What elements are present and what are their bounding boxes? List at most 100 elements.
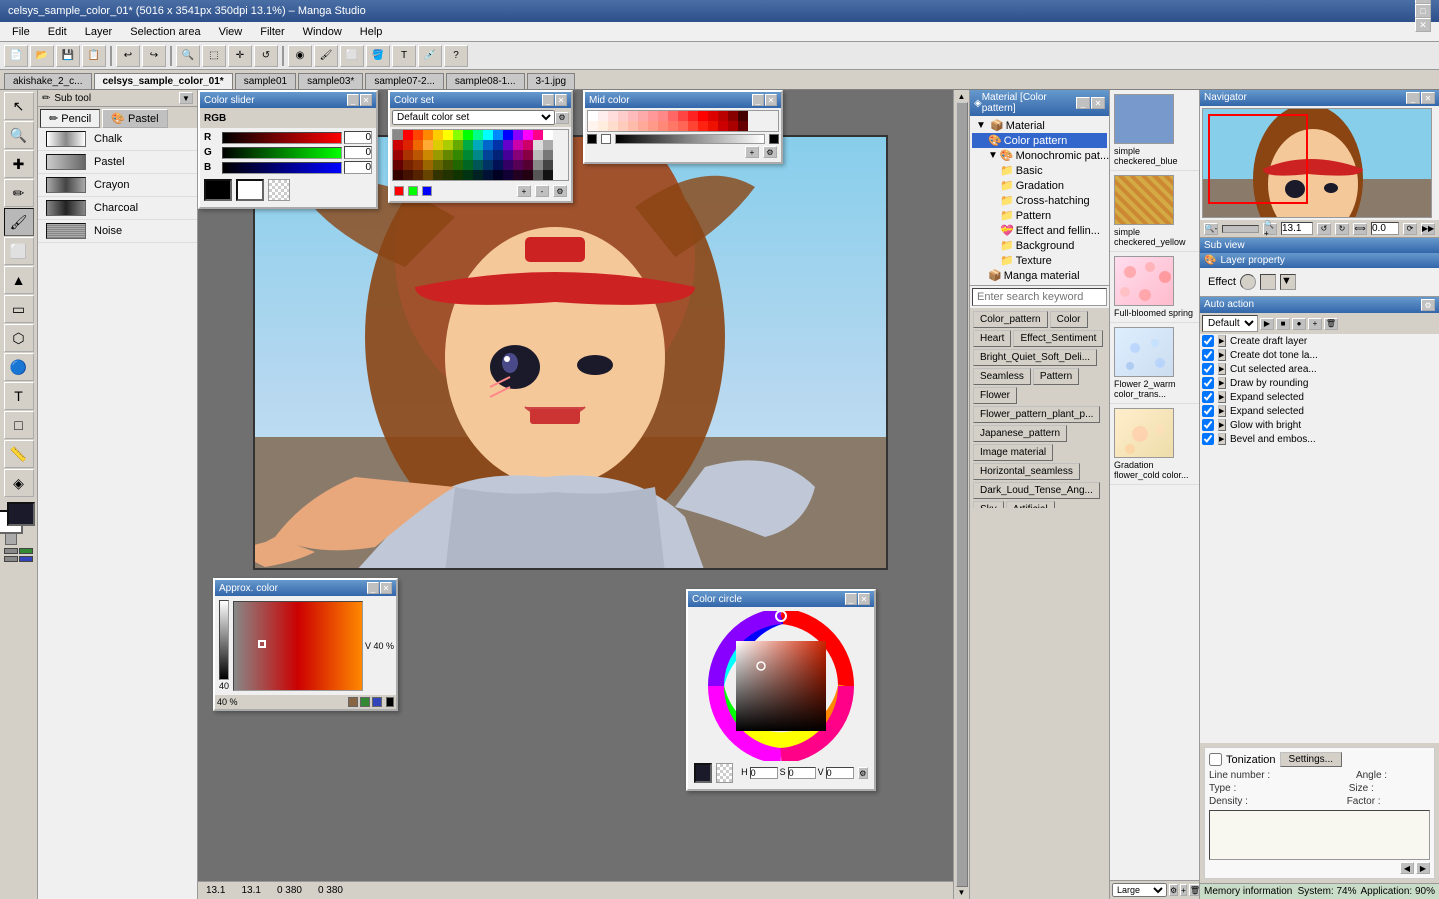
swatch[interactable] [493, 130, 503, 140]
tag-heart[interactable]: Heart [973, 330, 1011, 347]
tab-akishake[interactable]: akishake_2_c... [4, 73, 92, 89]
swatch[interactable] [523, 130, 533, 140]
swatch[interactable] [443, 130, 453, 140]
toolbar-redo[interactable]: ↪ [142, 45, 166, 67]
swatch[interactable] [443, 170, 453, 180]
swatch[interactable] [513, 130, 523, 140]
swatch[interactable] [393, 130, 403, 140]
blue-swatch[interactable] [422, 186, 432, 196]
swatch[interactable] [443, 160, 453, 170]
effect-checkbox[interactable] [1260, 274, 1276, 290]
canvas-scroll-up[interactable]: ▲ [958, 92, 966, 101]
tool-eraser[interactable]: ⬜ [4, 237, 34, 265]
thumb-checkered-blue[interactable]: simple checkered_blue [1110, 90, 1199, 171]
g-value-input[interactable] [344, 146, 372, 159]
nav-zoom-slider[interactable] [1222, 225, 1259, 233]
sub-tool-pastel[interactable]: Pastel [38, 151, 197, 174]
tag-pattern[interactable]: Pattern [1033, 368, 1079, 385]
tag-flower[interactable]: Flower [973, 387, 1017, 404]
mid-swatch[interactable] [708, 111, 718, 121]
action-cb-expand1[interactable] [1202, 391, 1214, 403]
thumb-spring[interactable]: Full-bloomed spring [1110, 252, 1199, 323]
swatch[interactable] [413, 170, 423, 180]
toolbar-text[interactable]: T [392, 45, 416, 67]
swatch[interactable] [403, 150, 413, 160]
tab-sample03[interactable]: sample03* [298, 73, 363, 89]
swatch[interactable] [483, 150, 493, 160]
mid-color-close[interactable]: ✕ [765, 94, 777, 106]
swatch[interactable] [413, 160, 423, 170]
aa-settings-btn[interactable]: ⚙ [1421, 299, 1435, 311]
swatch[interactable] [393, 160, 403, 170]
toolbar-fill[interactable]: 🪣 [366, 45, 390, 67]
r-slider[interactable] [222, 132, 342, 144]
transparent-swatch[interactable] [5, 533, 17, 545]
tone-checkbox[interactable] [1209, 753, 1222, 766]
approx-back-swatch[interactable] [372, 697, 382, 707]
swatch[interactable] [543, 150, 553, 160]
color-circle-close[interactable]: ✕ [858, 593, 870, 605]
tree-material[interactable]: ▼ 📦 Material [972, 118, 1107, 133]
swatch[interactable] [423, 160, 433, 170]
tag-color-pattern[interactable]: Color_pattern [973, 311, 1048, 328]
swatch[interactable] [543, 130, 553, 140]
swatch[interactable] [543, 160, 553, 170]
mid-swatch[interactable] [618, 111, 628, 121]
action-cb-draft[interactable] [1202, 335, 1214, 347]
swatch[interactable] [413, 150, 423, 160]
canvas-scroll-down[interactable]: ▼ [958, 888, 966, 897]
tab-sample08[interactable]: sample08-1... [446, 73, 525, 89]
swatch[interactable] [403, 130, 413, 140]
mid-swatch[interactable] [598, 111, 608, 121]
menu-edit[interactable]: Edit [40, 24, 75, 40]
action-expand-bevel[interactable]: ▶ [1218, 433, 1226, 445]
tool-pen[interactable]: ✏ [4, 179, 34, 207]
swatch[interactable] [453, 160, 463, 170]
swatch[interactable] [483, 160, 493, 170]
swatch[interactable] [393, 170, 403, 180]
foreground-color-box[interactable] [7, 502, 35, 526]
swatch[interactable] [533, 140, 543, 150]
swatch[interactable] [473, 130, 483, 140]
toolbar-brush[interactable]: 🖌 [314, 45, 338, 67]
color-set-close[interactable]: ✕ [555, 94, 567, 106]
mid-swatch[interactable] [648, 121, 658, 131]
tree-texture[interactable]: 📁 Texture [972, 253, 1107, 268]
toolbar-rotate[interactable]: ↺ [254, 45, 278, 67]
tree-basic[interactable]: 📁 Basic [972, 163, 1107, 178]
navigator-thumb[interactable] [1202, 108, 1432, 218]
material-size-dropdown[interactable]: Large Medium Small [1112, 883, 1167, 897]
aa-del-btn[interactable]: 🗑 [1324, 318, 1338, 330]
mid-swatch[interactable] [668, 111, 678, 121]
swatch[interactable] [473, 160, 483, 170]
color-set-dropdown[interactable]: Default color set [392, 110, 555, 125]
mid-swatch[interactable] [688, 111, 698, 121]
tree-manga[interactable]: 📦 Manga material [972, 268, 1107, 283]
menu-file[interactable]: File [4, 24, 38, 40]
mid-swatch[interactable] [658, 111, 668, 121]
swatch[interactable] [493, 160, 503, 170]
nav-rotate-ccw[interactable]: ↻ [1335, 223, 1349, 235]
fore-color-preview[interactable] [204, 179, 232, 201]
tool-shape[interactable]: □ [4, 411, 34, 439]
cc-h-input[interactable] [750, 767, 778, 779]
nav-zoom-input[interactable] [1281, 222, 1313, 235]
effect-dropdown-btn[interactable]: ▼ [1280, 274, 1296, 290]
tone-prev-btn[interactable]: ◀ [1400, 862, 1414, 874]
tab-sample07[interactable]: sample07-2... [365, 73, 444, 89]
nav-rotate-cw[interactable]: ↺ [1317, 223, 1331, 235]
white-swatch[interactable] [601, 134, 611, 144]
swatch[interactable] [533, 160, 543, 170]
cc-transparent[interactable] [716, 763, 733, 783]
aa-record-btn[interactable]: ● [1292, 318, 1306, 330]
action-cb-glow[interactable] [1202, 419, 1214, 431]
action-expand-expand1[interactable]: ▶ [1218, 391, 1226, 403]
mid-swatch[interactable] [718, 111, 728, 121]
material-del-btn[interactable]: 🗑 [1189, 884, 1199, 896]
swatch[interactable] [493, 140, 503, 150]
aa-new-btn[interactable]: + [1308, 318, 1322, 330]
toolbar-save[interactable]: 💾 [56, 45, 80, 67]
color-slider-min[interactable]: _ [347, 94, 359, 106]
tool-selection[interactable]: ▭ [4, 295, 34, 323]
swatch[interactable] [393, 150, 403, 160]
